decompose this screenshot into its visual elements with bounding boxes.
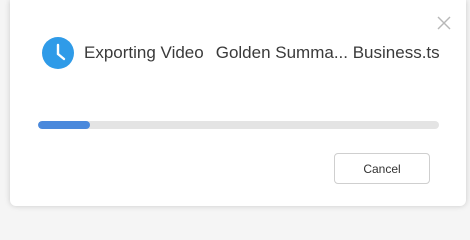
cancel-button[interactable]: Cancel [334, 153, 430, 184]
export-progress-fill [38, 121, 91, 129]
dialog-title: Exporting Video Golden Summa... Business.… [84, 43, 440, 63]
clock-icon [42, 37, 74, 69]
export-progress-bar [38, 121, 439, 129]
close-icon[interactable] [436, 15, 452, 31]
dialog-header: Exporting Video Golden Summa... Business.… [42, 36, 440, 70]
export-file-name: Golden Summa... Business.ts [215, 43, 440, 62]
export-dialog: Exporting Video Golden Summa... Business.… [10, 0, 466, 206]
export-title: Exporting Video [84, 43, 204, 62]
